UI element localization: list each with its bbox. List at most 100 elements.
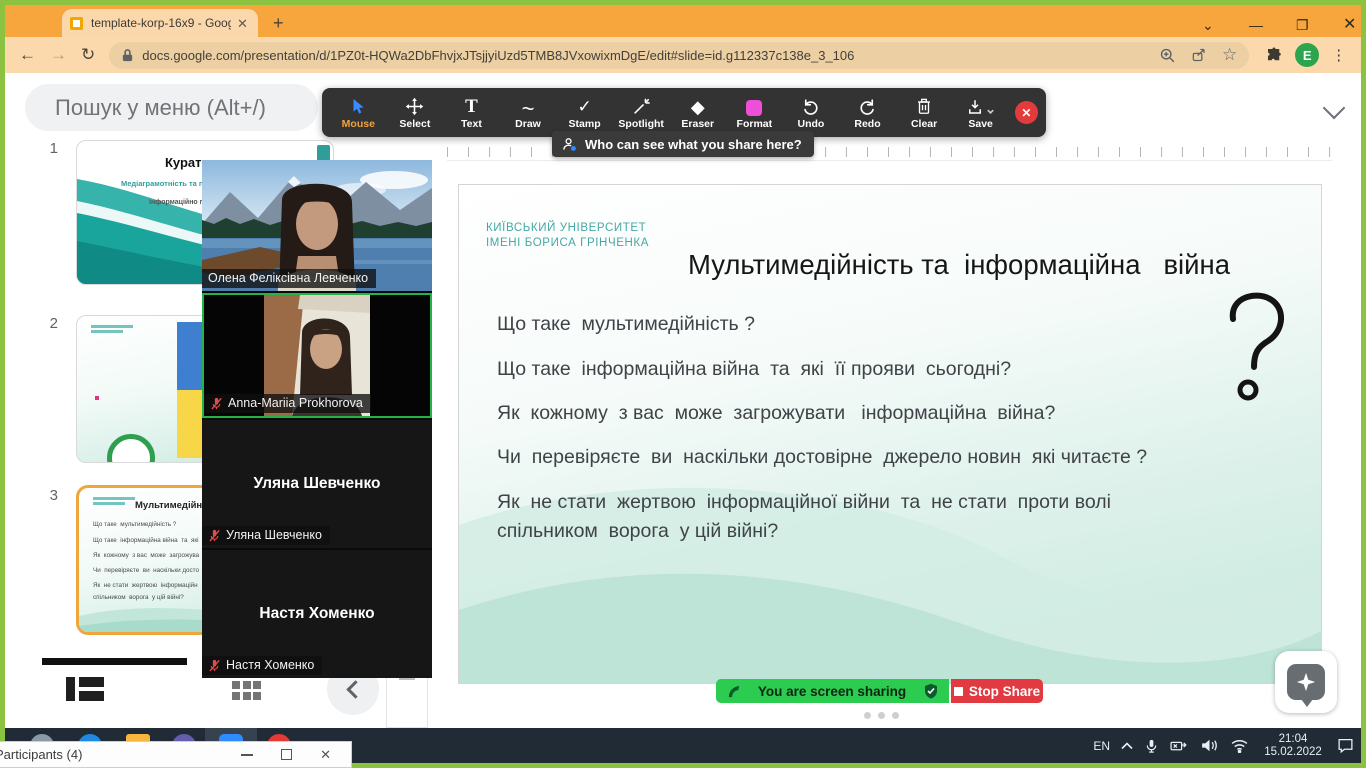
stop-share-button[interactable]: Stop Share <box>951 679 1043 703</box>
browser-tab[interactable]: template-korp-16x9 - Google Пр ✕ <box>62 9 258 37</box>
tool-select[interactable]: Select <box>387 88 444 137</box>
shield-check-icon[interactable] <box>923 683 939 699</box>
menu-search-placeholder: Пошук у меню (Alt+/) <box>55 95 266 121</box>
window-close-button[interactable]: ✕ <box>1343 18 1356 32</box>
speaker-icon[interactable] <box>1200 738 1219 753</box>
tool-redo[interactable]: Redo <box>839 88 896 137</box>
shared-screen: template-korp-16x9 - Google Пр ✕ + ⌄ — ❐… <box>0 0 1366 768</box>
menu-search-field[interactable]: Пошук у меню (Alt+/) <box>25 84 318 131</box>
zoom-annotation-toolbar: Mouse Select T Text ~ Draw ✓ Stamp Spotl… <box>322 88 1046 137</box>
browser-tab-bar: template-korp-16x9 - Google Пр ✕ + ⌄ — ❐… <box>5 5 1361 37</box>
reload-button[interactable]: ↻ <box>81 46 95 64</box>
video-tile-uliana[interactable]: Уляна Шевченко Уляна Шевченко <box>202 420 432 548</box>
grid-view-icon[interactable] <box>232 681 263 701</box>
thumb3-line: Що таке мультимедійність ? <box>93 521 176 528</box>
tool-format[interactable]: Format <box>726 88 783 137</box>
usb-eject-icon[interactable] <box>1170 738 1189 753</box>
slide-number-1: 1 <box>30 140 58 157</box>
thumb1-subtitle1: Медіаграмотність та пр <box>121 179 208 188</box>
forward-button[interactable]: → <box>50 46 67 64</box>
tool-stamp[interactable]: ✓ Stamp <box>556 88 613 137</box>
muted-mic-icon <box>210 397 223 410</box>
slide-question: Як не стати жертвою інформаційної війни … <box>497 491 1111 514</box>
microphone-icon[interactable] <box>1144 738 1159 754</box>
share-frame-right <box>1361 0 1366 768</box>
tool-clear[interactable]: Clear <box>896 88 953 137</box>
video-tile-olena[interactable]: Олена Феліксівна Левченко <box>202 160 432 291</box>
stop-square-icon <box>954 687 963 696</box>
question-mark-doodle <box>1207 287 1299 427</box>
window-minimize-button[interactable]: — <box>1249 18 1263 32</box>
chevron-left-icon <box>346 680 364 698</box>
participant-name-label: Олена Феліксівна Левченко <box>202 269 376 288</box>
slide-thumbnail-4-partial <box>42 658 187 665</box>
slide-question: Чи перевіряєте ви наскільки достовірне д… <box>497 446 1147 469</box>
taskbar-time: 21:04 <box>1260 733 1326 746</box>
tool-draw[interactable]: ~ Draw <box>500 88 557 137</box>
video-tile-anna-active-speaker[interactable]: Anna-Mariia Prokhorova <box>202 293 432 418</box>
checkmark-icon: ✓ <box>577 95 591 116</box>
google-slides-favicon <box>70 17 83 30</box>
tab-search-chevron-icon[interactable]: ⌄ <box>1202 18 1214 32</box>
slide-canvas[interactable]: КИЇВСЬКИЙ УНІВЕРСИТЕТ ІМЕНІ БОРИСА ГРІНЧ… <box>458 184 1322 684</box>
wand-icon <box>632 95 651 116</box>
pagination-dots[interactable] <box>864 712 899 719</box>
browser-toolbar: ← → ↻ docs.google.com/presentation/d/1PZ… <box>5 37 1361 73</box>
close-icon[interactable]: ✕ <box>320 748 331 761</box>
back-button[interactable]: ← <box>19 46 36 64</box>
filmstrip-view-icon[interactable] <box>66 677 104 701</box>
person-icon <box>562 137 577 152</box>
taskbar-clock[interactable]: 21:04 15.02.2022 <box>1260 733 1326 759</box>
thumb3-line: Як не стати жертвою інформаційн <box>93 582 198 589</box>
new-tab-button[interactable]: + <box>273 14 284 32</box>
tool-undo[interactable]: Undo <box>783 88 840 137</box>
scrollbar-track[interactable] <box>386 670 428 728</box>
pink-bullet <box>95 396 99 400</box>
language-indicator[interactable]: EN <box>1093 739 1110 753</box>
tool-spotlight[interactable]: Spotlight <box>613 88 670 137</box>
bookmark-star-icon[interactable]: ☆ <box>1222 46 1237 64</box>
thumb3-line: Чи перевіряєте ви наскільки досто <box>93 567 199 574</box>
tool-save[interactable]: Save <box>952 88 1009 137</box>
tool-eraser[interactable]: ◆ Eraser <box>669 88 726 137</box>
participant-name-label: Настя Хоменко <box>202 656 322 675</box>
tooltip-text: Who can see what you share here? <box>585 137 802 152</box>
video-tile-nastia[interactable]: Настя Хоменко Настя Хоменко <box>202 550 432 678</box>
tab-close-icon[interactable]: ✕ <box>237 17 248 30</box>
sharing-banner-text: You are screen sharing <box>741 684 923 699</box>
profile-avatar[interactable]: E <box>1295 43 1319 67</box>
zoom-page-icon[interactable] <box>1159 47 1176 64</box>
tool-mouse[interactable]: Mouse <box>330 88 387 137</box>
share-page-icon[interactable] <box>1190 47 1208 64</box>
taskbar-date: 15.02.2022 <box>1260 746 1326 759</box>
minimize-icon[interactable] <box>241 754 253 756</box>
zoom-video-panel: Олена Феліксівна Левченко Anna-Mariia Pr… <box>202 160 432 678</box>
maximize-icon[interactable] <box>281 749 292 760</box>
university-crest-mini <box>317 145 330 161</box>
explore-sparkle-icon <box>1287 664 1325 700</box>
share-visibility-tooltip: Who can see what you share here? <box>552 131 814 157</box>
close-annotation-toolbar-button[interactable]: ✕ <box>1015 101 1038 124</box>
explore-button[interactable] <box>1275 651 1337 713</box>
tray-expand-chevron-icon[interactable] <box>1121 742 1133 750</box>
participants-window-titlebar[interactable]: Participants (4) ✕ <box>0 741 352 768</box>
format-color-icon <box>746 95 762 116</box>
participant-name-label: Anna-Mariia Prokhorova <box>204 394 371 413</box>
action-center-icon[interactable] <box>1337 738 1354 753</box>
tool-text[interactable]: T Text <box>443 88 500 137</box>
browser-menu-icon[interactable]: ⋮ <box>1331 46 1346 64</box>
address-bar[interactable]: docs.google.com/presentation/d/1PZ0t-HQW… <box>109 42 1249 69</box>
sharing-phone-icon <box>726 684 741 699</box>
university-header: КИЇВСЬКИЙ УНІВЕРСИТЕТ ІМЕНІ БОРИСА ГРІНЧ… <box>486 221 649 251</box>
participant-name-label: Уляна Шевченко <box>202 526 330 545</box>
thumb2-badge-circle <box>107 434 155 463</box>
extensions-puzzle-icon[interactable] <box>1265 46 1283 64</box>
wifi-icon[interactable] <box>1230 738 1249 753</box>
muted-mic-icon <box>208 529 221 542</box>
text-icon: T <box>465 95 478 116</box>
slide-question: Що таке мультимедійність ? <box>497 313 755 336</box>
thumb3-line: Що таке інформаційна війна та які <box>93 537 199 544</box>
window-restore-button[interactable]: ❐ <box>1296 18 1309 32</box>
save-download-icon <box>966 95 995 116</box>
move-arrows-icon <box>405 95 424 116</box>
